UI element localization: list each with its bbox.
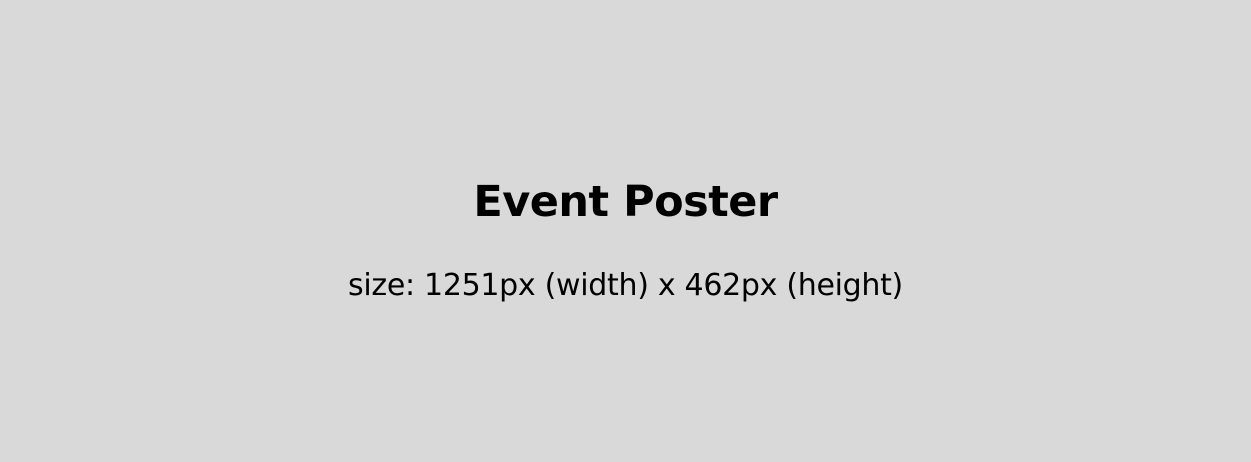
poster-title: Event Poster: [473, 177, 778, 227]
poster-size-label: size: 1251px (width) x 462px (height): [348, 268, 903, 303]
event-poster-placeholder: Event Poster size: 1251px (width) x 462p…: [0, 0, 1251, 462]
